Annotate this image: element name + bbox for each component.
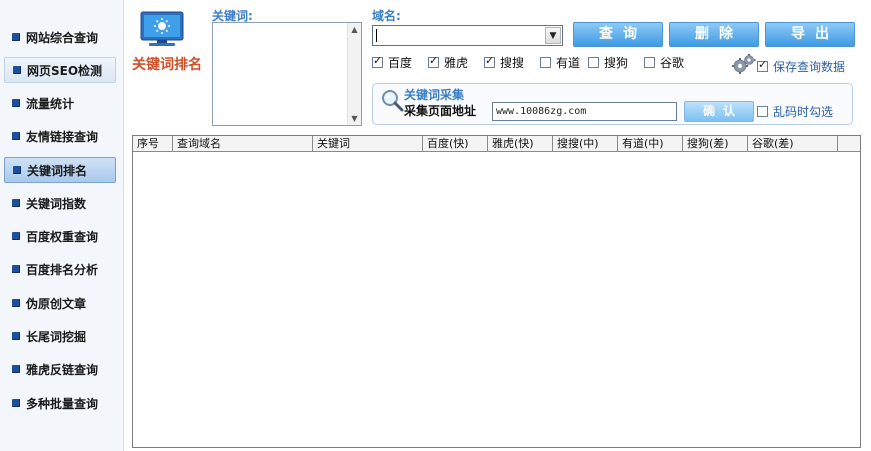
monitor-icon	[140, 11, 184, 46]
keyword-scrollbar[interactable]: ▲ ▼	[347, 23, 361, 125]
export-button[interactable]: 导出	[765, 22, 855, 47]
sidebar-item-label: 流量统计	[26, 96, 75, 111]
sidebar-item-batch-query[interactable]: 多种批量查询	[4, 390, 116, 416]
checkbox-box[interactable]	[757, 106, 768, 117]
checkbox-box[interactable]	[372, 54, 383, 68]
save-data-checkbox[interactable]: 保存查询数据	[757, 58, 845, 75]
scroll-up-icon[interactable]: ▲	[348, 23, 361, 36]
gear-icon	[732, 54, 756, 74]
sidebar-item-keyword-index[interactable]: 关键词指数	[4, 190, 116, 216]
collect-title: 关键词采集	[404, 88, 465, 102]
checkbox-label: 谷歌	[660, 56, 685, 70]
column-header[interactable]: 关键词	[313, 136, 423, 152]
page-title: 关键词排名	[132, 57, 202, 73]
column-header[interactable]: 搜搜(中)	[553, 136, 618, 152]
checkbox-box[interactable]	[644, 57, 655, 68]
garble-checkbox[interactable]: 乱码时勾选	[757, 103, 833, 120]
domain-combobox[interactable]: ▼	[372, 25, 563, 46]
bullet-icon	[12, 332, 20, 340]
sidebar-item-label: 网站综合查询	[26, 30, 99, 45]
bullet-icon	[13, 66, 21, 74]
sidebar-item-friend-links[interactable]: 友情链接查询	[4, 123, 116, 149]
sidebar-item-label: 多种批量查询	[26, 396, 99, 411]
bullet-icon	[12, 199, 20, 207]
sidebar-item-label: 关键词指数	[26, 196, 87, 211]
column-header[interactable]: 百度(快)	[423, 136, 488, 152]
bullet-icon	[12, 299, 20, 307]
checkbox-label: 乱码时勾选	[773, 105, 834, 119]
bullet-icon	[12, 33, 20, 41]
collect-url-label: 采集页面地址	[404, 104, 477, 118]
sidebar-item-label: 百度排名分析	[26, 262, 99, 277]
sidebar-item-yahoo-backlinks[interactable]: 雅虎反链查询	[4, 356, 116, 382]
sidebar-item-pseudo-original[interactable]: 伪原创文章	[4, 290, 116, 316]
checkbox-box[interactable]	[588, 57, 599, 68]
sidebar-item-label: 友情链接查询	[26, 129, 99, 144]
checkbox-box[interactable]	[484, 54, 495, 68]
confirm-button[interactable]: 确认	[684, 101, 754, 122]
sidebar-item-keyword-rank[interactable]: 关键词排名	[4, 157, 116, 183]
collect-url-input[interactable]	[492, 102, 677, 121]
checkbox-label: 有道	[556, 56, 581, 70]
checkbox-box[interactable]	[540, 57, 551, 68]
delete-button[interactable]: 删除	[669, 22, 759, 47]
scroll-down-icon[interactable]: ▼	[348, 112, 361, 125]
bullet-icon	[12, 132, 20, 140]
chevron-down-icon[interactable]: ▼	[545, 27, 561, 44]
domain-label: 域名:	[372, 9, 401, 23]
text-caret	[376, 29, 377, 42]
magnifier-icon	[382, 90, 404, 112]
sidebar-item-label: 百度权重查询	[26, 229, 99, 244]
sidebar-item-traffic[interactable]: 流量统计	[4, 90, 116, 116]
bullet-icon	[13, 166, 21, 174]
sidebar-item-label: 雅虎反链查询	[26, 362, 99, 377]
checkbox-box[interactable]	[757, 58, 768, 72]
sidebar-item-site-query[interactable]: 网站综合查询	[4, 24, 116, 50]
engine-checkbox-baidu[interactable]: 百度	[372, 54, 412, 71]
column-header[interactable]: 雅虎(快)	[488, 136, 553, 152]
engine-checkbox-soso[interactable]: 搜搜	[484, 54, 524, 71]
checkbox-label: 搜搜	[500, 56, 525, 70]
checkbox-label: 雅虎	[444, 56, 469, 70]
sidebar-item-baidu-rank[interactable]: 百度排名分析	[4, 256, 116, 282]
column-header[interactable]: 查询域名	[173, 136, 313, 152]
column-header[interactable]: 序号	[133, 136, 173, 152]
sidebar-item-baidu-weight[interactable]: 百度权重查询	[4, 223, 116, 249]
checkbox-label: 百度	[388, 56, 413, 70]
keyword-textarea[interactable]: ▲ ▼	[212, 22, 362, 126]
bullet-icon	[12, 399, 20, 407]
engine-checkbox-google[interactable]: 谷歌	[644, 54, 684, 71]
sidebar-item-label: 伪原创文章	[26, 296, 87, 311]
query-button[interactable]: 查询	[573, 22, 663, 47]
column-header[interactable]: 谷歌(差)	[748, 136, 838, 152]
sidebar: 网站综合查询 网页SEO检测 流量统计 友情链接查询 关键词排名 关键词指数 百…	[0, 0, 124, 451]
engine-checkbox-youdao[interactable]: 有道	[540, 54, 580, 71]
sidebar-item-long-tail[interactable]: 长尾词挖掘	[4, 323, 116, 349]
bullet-icon	[12, 265, 20, 273]
sidebar-item-label: 长尾词挖掘	[26, 329, 87, 344]
bullet-icon	[12, 99, 20, 107]
engine-checkbox-yahoo[interactable]: 雅虎	[428, 54, 468, 71]
column-header[interactable]: 搜狗(差)	[683, 136, 748, 152]
column-header[interactable]: 有道(中)	[618, 136, 683, 152]
checkbox-label: 保存查询数据	[773, 60, 846, 74]
sidebar-item-label: 关键词排名	[27, 163, 88, 178]
checkbox-box[interactable]	[428, 54, 439, 68]
sidebar-item-seo-check[interactable]: 网页SEO检测	[4, 57, 116, 83]
bullet-icon	[12, 365, 20, 373]
results-table[interactable]: 序号 查询域名 关键词 百度(快) 雅虎(快) 搜搜(中) 有道(中) 搜狗(差…	[132, 135, 861, 448]
bullet-icon	[12, 232, 20, 240]
sidebar-item-label: 网页SEO检测	[27, 63, 103, 78]
checkbox-label: 搜狗	[604, 56, 629, 70]
table-header: 序号 查询域名 关键词 百度(快) 雅虎(快) 搜搜(中) 有道(中) 搜狗(差…	[133, 136, 860, 152]
engine-checkbox-sogou[interactable]: 搜狗	[588, 54, 628, 71]
